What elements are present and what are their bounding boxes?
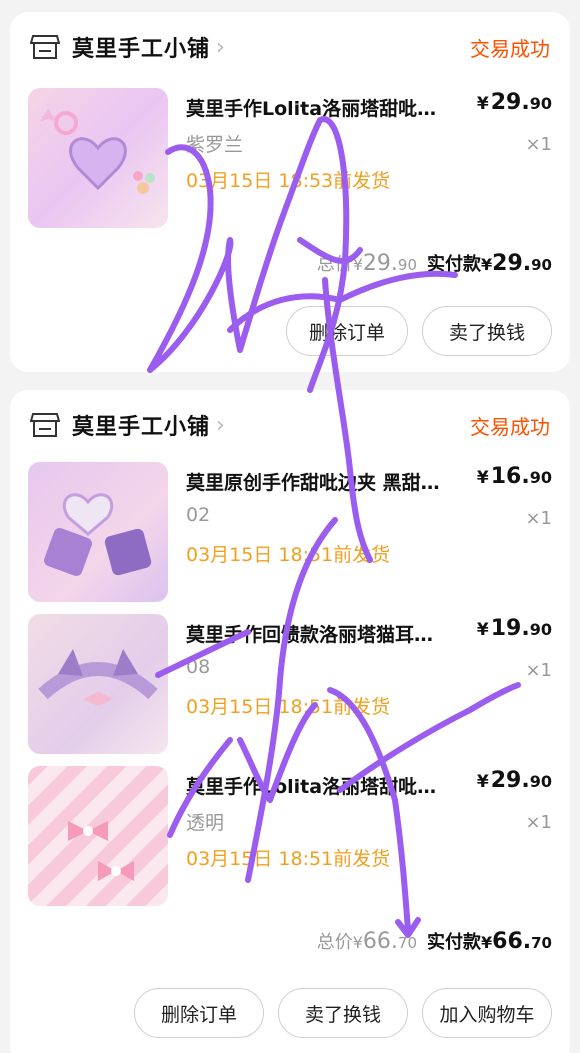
- total-amount: ¥66.70: [352, 929, 417, 954]
- paid-amount: ¥29.90: [481, 251, 552, 276]
- product-sku: 02: [186, 504, 211, 526]
- product-sku: 08: [186, 656, 211, 678]
- paid-amount: ¥66.70: [481, 929, 552, 954]
- total-amount: ¥29.90: [352, 251, 417, 276]
- shop-name: 莫里手工小铺: [72, 37, 211, 62]
- product-image: [28, 88, 168, 228]
- product-price: ¥29.90: [476, 768, 552, 793]
- product-price: ¥29.90: [476, 90, 552, 115]
- total-label: 总价: [316, 254, 353, 275]
- shipping-deadline: 03月15日 18:51前发货: [186, 696, 391, 718]
- chevron-right-icon: ›: [216, 34, 225, 60]
- add-to-cart-button[interactable]: 加入购物车: [422, 988, 552, 1038]
- product-quantity: ×1: [525, 134, 552, 155]
- shipping-deadline: 03月15日 18:53前发货: [186, 170, 391, 192]
- product-sku: 透明: [186, 812, 225, 834]
- product-price: ¥19.90: [476, 616, 552, 641]
- product-title: 莫里手作Lolita洛丽塔甜吡…: [186, 776, 437, 798]
- product-title: 莫里手作回馈款洛丽塔猫耳…: [186, 624, 434, 646]
- product-title: 莫里原创手作甜吡边夹 黑甜…: [186, 472, 440, 494]
- product-quantity: ×1: [525, 508, 552, 529]
- order-item[interactable]: 莫里原创手作甜吡边夹 黑甜… ¥16.90 02 ×1 03月15日 18:51…: [28, 462, 552, 602]
- paid-label: 实付款: [427, 932, 481, 953]
- shop-name: 莫里手工小铺: [72, 415, 211, 440]
- order-item[interactable]: 莫里手作Lolita洛丽塔甜吡… ¥29.90 透明 ×1 03月15日 18:…: [28, 766, 552, 906]
- product-image: [28, 766, 168, 906]
- resell-button[interactable]: 卖了换钱: [422, 306, 552, 356]
- shipping-deadline: 03月15日 18:51前发货: [186, 848, 391, 870]
- product-image: [28, 462, 168, 602]
- product-quantity: ×1: [525, 812, 552, 833]
- order-item[interactable]: 莫里手作Lolita洛丽塔甜吡… ¥29.90 紫罗兰 ×1 03月15日 18…: [28, 88, 552, 228]
- shop-header[interactable]: 莫里手工小铺 › 交易成功: [30, 410, 550, 440]
- store-icon: [30, 413, 60, 437]
- paid-label: 实付款: [427, 254, 481, 275]
- order-status: 交易成功: [470, 36, 550, 61]
- order-card: 莫里手工小铺 › 交易成功 莫里手作Lolita洛丽塔甜吡… ¥29.90 紫罗…: [10, 12, 570, 372]
- delete-order-button[interactable]: 删除订单: [286, 306, 408, 356]
- product-title: 莫里手作Lolita洛丽塔甜吡…: [186, 98, 437, 120]
- shop-header[interactable]: 莫里手工小铺 › 交易成功: [30, 32, 550, 62]
- order-status: 交易成功: [470, 414, 550, 439]
- store-icon: [30, 35, 60, 59]
- order-card: 莫里手工小铺 › 交易成功 莫里原创手作甜吡边夹 黑甜… ¥16.90 02 ×…: [10, 390, 570, 1053]
- chevron-right-icon: ›: [216, 412, 225, 438]
- product-sku: 紫罗兰: [186, 134, 244, 156]
- shipping-deadline: 03月15日 18:51前发货: [186, 544, 391, 566]
- order-item[interactable]: 莫里手作回馈款洛丽塔猫耳… ¥19.90 08 ×1 03月15日 18:51前…: [28, 614, 552, 754]
- product-quantity: ×1: [525, 660, 552, 681]
- total-label: 总价: [316, 932, 353, 953]
- product-image: [28, 614, 168, 754]
- order-totals: 总价 ¥29.90 实付款 ¥29.90: [317, 250, 552, 276]
- order-totals: 总价 ¥66.70 实付款 ¥66.70: [317, 928, 552, 954]
- delete-order-button[interactable]: 删除订单: [134, 988, 264, 1038]
- resell-button[interactable]: 卖了换钱: [278, 988, 408, 1038]
- product-price: ¥16.90: [476, 464, 552, 489]
